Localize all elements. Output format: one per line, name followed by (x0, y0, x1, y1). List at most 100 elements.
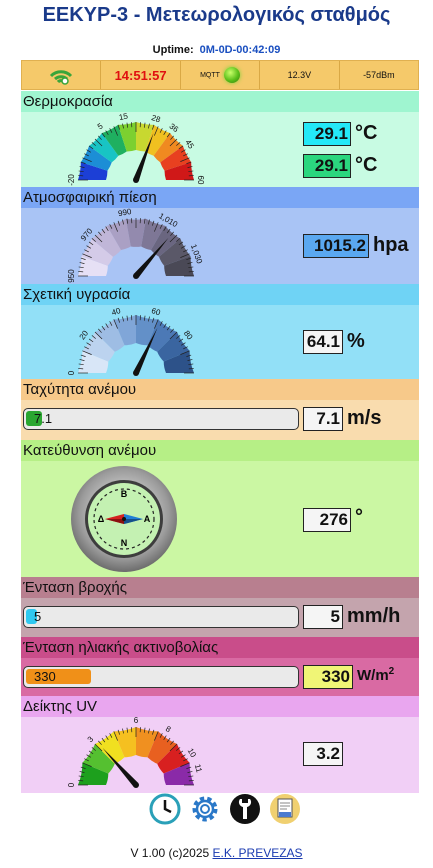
compass-south: N (121, 538, 128, 548)
settings-button[interactable] (189, 793, 221, 825)
status-bar: 14:51:57 MQTT 12.3V -57dBm (21, 60, 419, 90)
wind-speed-bar: 7.1 (23, 408, 299, 430)
uv-gauge: 0 3 6 8 10 11 (67, 717, 204, 788)
uv-gauge-tick-label: 0 (67, 782, 76, 787)
pressure-value: 1015.2 (303, 234, 369, 258)
solar-bar-fill: 330 (26, 669, 91, 684)
solar-unit-sup: 2 (388, 666, 395, 677)
temperature-gauge-tick-label: -20 (67, 174, 76, 186)
mqtt-cell: MQTT (181, 61, 261, 89)
pressure-header: Ατμοσφαιρική πίεση (21, 187, 419, 208)
humidity-unit: % (347, 330, 365, 352)
uv-value: 3.2 (303, 742, 343, 766)
pressure-gauge-hub (133, 273, 139, 279)
voltage: 12.3V (287, 70, 312, 80)
uptime-label: Uptime: (152, 44, 194, 56)
wind-speed-value: 7.1 (303, 407, 343, 431)
solar-unit: W/m2 (357, 666, 394, 684)
rain-bar-fill: 5 (26, 609, 41, 624)
wind-speed-bar-fill: 7.1 (26, 411, 52, 426)
toolbar (149, 793, 301, 825)
pressure-gauge-tick-label: 1,030 (189, 243, 204, 265)
temperature-gauge-tick-label: 45 (183, 138, 196, 151)
pressure-gauge-tick-label: 990 (117, 208, 132, 218)
wind-speed-panel: 7.1 7.1 m/s (21, 400, 419, 440)
solar-value: 330 (303, 665, 353, 689)
clock: 14:51:57 (114, 67, 167, 83)
rain-unit: mm/h (347, 605, 401, 627)
solar-unit-text: W/m (357, 667, 389, 684)
wind-direction-panel: B N A Δ 276 ° (21, 461, 419, 577)
footer-link[interactable]: E.K. PREVEZAS (213, 846, 303, 860)
clock-icon (149, 793, 181, 825)
page-title: EEKYP-3 - Μετεωρολογικός σταθμός (42, 4, 391, 26)
wifi-cell (22, 61, 102, 89)
uptime: Uptime: 0M-0D-00:42:09 (0, 44, 433, 56)
temperature-header: Θερμοκρασία (21, 91, 419, 112)
uv-gauge-hub (133, 782, 139, 788)
wrench-icon (230, 794, 260, 824)
pressure-unit: hpa (373, 234, 409, 256)
uv-gauge-tick-label: 10 (186, 747, 199, 760)
wifi-icon (50, 70, 73, 85)
humidity-gauge-tick-label: 20 (78, 328, 91, 341)
humidity-gauge: 0 20 40 60 80 (67, 306, 195, 376)
pressure-gauge: 950970990 1,0101,030 (67, 208, 204, 283)
temperature-value-2: 29.1 (303, 154, 351, 178)
uv-gauge-tick-label: 8 (164, 724, 173, 734)
voltage-cell: 12.3V (260, 61, 340, 89)
compass-west: Δ (98, 514, 105, 524)
mqtt-led-icon (223, 67, 240, 83)
solar-panel: 330 330 W/m2 (21, 658, 419, 696)
uv-gauge-tick-label: 3 (86, 734, 96, 744)
signal-strength: -57dBm (363, 70, 395, 80)
temperature-unit-1: °C (355, 122, 378, 144)
wind-speed-header: Ταχύτητα ανέμου (21, 379, 419, 400)
footer: V 1.00 (c)2025 E.K. PREVEZAS (0, 846, 433, 860)
wind-direction-unit: ° (355, 506, 363, 528)
log-button[interactable] (269, 793, 301, 825)
temperature-unit-2: °C (355, 154, 378, 176)
compass-north: B (121, 489, 128, 499)
solar-header: Ένταση ηλιακής ακτινοβολίας (21, 637, 419, 658)
humidity-gauge-tick-label: 80 (182, 329, 195, 342)
pressure-panel: 950 970 990 1,010 1,030 1015.2 hpa (21, 208, 419, 284)
temperature-value-1: 29.1 (303, 122, 351, 146)
humidity-gauge-hub (133, 370, 139, 376)
humidity-header: Σχετική υγρασία (21, 284, 419, 305)
clock-cell: 14:51:57 (101, 61, 181, 89)
humidity-gauge-tick-label: 0 (67, 370, 76, 375)
compass: B N A Δ (71, 466, 177, 572)
history-button[interactable] (149, 793, 181, 825)
temperature-gauge-tick-label: 36 (168, 122, 181, 135)
rain-bar: 5 (23, 606, 299, 628)
temperature-gauge-tick-label: 5 (96, 121, 105, 131)
pressure-gauge-tick-label: 950 (67, 269, 76, 283)
wind-speed-unit: m/s (347, 407, 382, 429)
wind-direction-header: Κατεύθυνση ανέμου (21, 440, 419, 461)
uv-gauge-tick-label: 11 (193, 763, 204, 774)
wind-direction-value: 276 (303, 508, 351, 532)
temperature-gauge-tick-label: 28 (150, 113, 162, 124)
humidity-gauge-tick-label: 60 (150, 306, 162, 317)
rain-value: 5 (303, 605, 343, 629)
uv-header: Δείκτης UV (21, 696, 419, 717)
temperature-panel: -20 5 15 28 36 45 60 29.1 °C 29.1 °C (21, 112, 419, 187)
mqtt-label: MQTT (200, 71, 220, 79)
signal-cell: -57dBm (340, 61, 418, 89)
humidity-gauge-tick-label: 40 (110, 306, 122, 317)
tools-button[interactable] (229, 793, 261, 825)
rain-header: Ένταση βροχής (21, 577, 419, 598)
temperature-gauge-hub (133, 177, 139, 183)
gear-icon (192, 796, 218, 822)
humidity-value: 64.1 (303, 330, 343, 354)
rain-panel: 5 5 mm/h (21, 598, 419, 638)
uptime-value: 0M-0D-00:42:09 (199, 44, 281, 56)
temperature-gauge-tick-label: 60 (196, 176, 205, 185)
solar-bar: 330 (23, 666, 299, 688)
uv-panel: 0 3 6 8 10 11 3.2 (21, 717, 419, 793)
humidity-panel: 0 20 40 60 80 64.1 % (21, 305, 419, 379)
log-icon (270, 794, 300, 824)
temperature-gauge: -20 5 15 28 3645 60 (67, 112, 205, 186)
temperature-gauge-tick-label: 15 (118, 112, 129, 122)
